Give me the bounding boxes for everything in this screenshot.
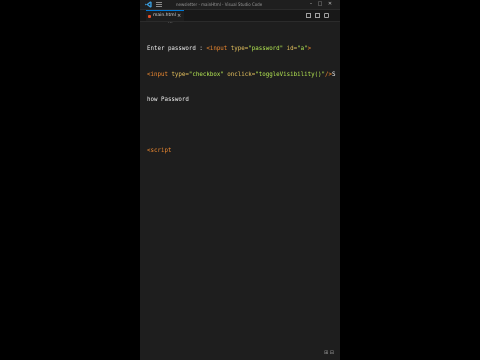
minimize-button[interactable]: –	[307, 1, 315, 8]
tab-main-html[interactable]: main.html ×	[146, 10, 184, 21]
code-line-1: Enter password : <input type="password" …	[147, 46, 312, 52]
code-editor[interactable]: Enter password : <input type="password" …	[147, 28, 337, 173]
more-actions-icon[interactable]	[324, 13, 329, 18]
close-window-button[interactable]: ✕	[326, 1, 334, 8]
status-layout-icon[interactable]: ⊞ ⊟	[324, 350, 336, 356]
html-file-icon	[148, 15, 151, 18]
maximize-button[interactable]: □	[316, 1, 324, 8]
layout-icon[interactable]	[315, 13, 320, 18]
close-icon[interactable]: ×	[177, 12, 181, 20]
split-editor-icon[interactable]	[306, 13, 311, 18]
tab-label: main.html	[153, 13, 176, 18]
code-line-2: <input type="checkbox" onclick="toggleVi…	[147, 71, 336, 78]
code-line-3: how Password	[147, 97, 189, 103]
hamburger-menu-icon[interactable]	[156, 2, 162, 7]
vscode-window: newsletter - mainHtml - Visual Studio Co…	[140, 0, 340, 360]
window-title: newsletter - mainHtml - Visual Studio Co…	[176, 2, 263, 7]
title-bar: newsletter - mainHtml - Visual Studio Co…	[140, 0, 340, 10]
code-line-5: <script	[147, 148, 172, 154]
breadcrumb[interactable]: ···	[168, 20, 173, 26]
vscode-logo-icon[interactable]	[145, 1, 152, 8]
